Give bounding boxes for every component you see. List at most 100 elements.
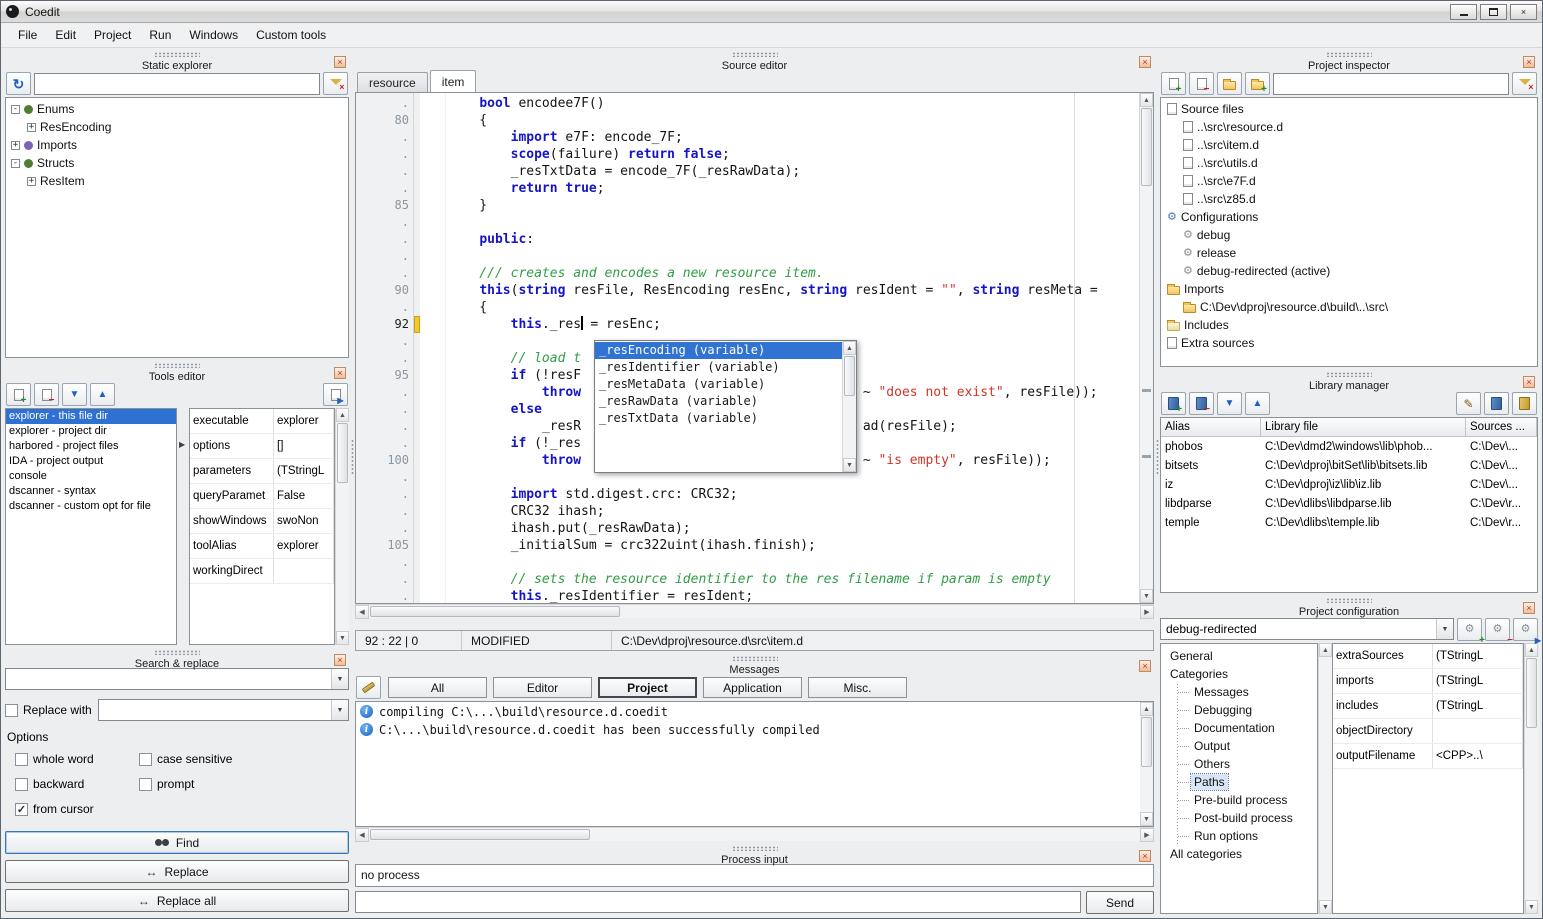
category-item[interactable]: Messages	[1165, 683, 1317, 701]
chevron-down-icon[interactable]: ▼	[1436, 619, 1453, 639]
configuration-categories[interactable]: GeneralCategoriesMessagesDebuggingDocume…	[1160, 643, 1318, 914]
scroll-down-icon[interactable]: ▼	[336, 631, 349, 645]
scroll-thumb[interactable]	[844, 356, 855, 396]
category-item[interactable]: Paths	[1165, 773, 1317, 791]
open-folder-button[interactable]	[1217, 72, 1242, 95]
refresh-button[interactable]: ↻	[6, 72, 31, 95]
scroll-up-icon[interactable]: ▲	[843, 341, 856, 355]
tree-item[interactable]: -Structs	[6, 154, 348, 172]
expand-toggle-icon[interactable]: +	[11, 141, 20, 150]
tree-item[interactable]: ..\src\resource.d	[1161, 118, 1537, 136]
process-input-header[interactable]: Process input ×	[355, 845, 1154, 864]
tool-item[interactable]: explorer - project dir	[6, 424, 176, 439]
close-button[interactable]: ×	[1510, 4, 1537, 20]
add-folder-button[interactable]: +	[1245, 72, 1270, 95]
chevron-down-icon[interactable]: ▼	[331, 700, 348, 720]
messages-header[interactable]: Messages ×	[355, 655, 1154, 674]
table-row[interactable]: libdparseC:\Dev\dlibs\libdparse.libC:\De…	[1161, 494, 1537, 513]
menu-item-windows[interactable]: Windows	[180, 24, 247, 46]
tree-item[interactable]: ⚙debug	[1161, 226, 1537, 244]
tree-item[interactable]: -Enums	[6, 100, 348, 118]
table-row[interactable]: phobosC:\Dev\dmd2\windows\lib\phob...C:\…	[1161, 437, 1537, 456]
tree-item[interactable]: Extra sources	[1161, 334, 1537, 352]
panel-close-icon[interactable]: ×	[334, 56, 346, 68]
configuration-combobox[interactable]: debug-redirected ▼	[1160, 618, 1454, 640]
scroll-track[interactable]	[369, 605, 1140, 618]
replace-with-checkbox[interactable]: Replace with	[5, 703, 92, 717]
source-editor-header[interactable]: Source editor ×	[355, 51, 1154, 70]
scroll-down-icon[interactable]: ▼	[1140, 589, 1153, 603]
tree-item[interactable]: ⚙debug-redirected (active)	[1161, 262, 1537, 280]
category-item[interactable]: Documentation	[1165, 719, 1317, 737]
move-library-up-button[interactable]: ▲	[1245, 392, 1270, 415]
panel-close-icon[interactable]: ×	[334, 654, 346, 666]
filter-misc[interactable]: Misc.	[808, 677, 907, 698]
tool-properties-grid[interactable]: executableexploreroptions[]parameters(TS…	[189, 408, 335, 645]
scroll-left-icon[interactable]: ◀	[355, 605, 369, 619]
property-row[interactable]: includes(TStringL	[1333, 694, 1523, 719]
project-inspector-header[interactable]: Project inspector ×	[1160, 51, 1538, 70]
static-explorer-tree[interactable]: -Enums+ResEncoding+Imports-Structs+ResIt…	[5, 97, 349, 358]
messages-list[interactable]: icompiling C:\...\build\resource.d.coedi…	[355, 701, 1140, 827]
tree-item[interactable]: ..\src\z85.d	[1161, 190, 1537, 208]
add-configuration-button[interactable]: ⚙+	[1457, 618, 1482, 641]
configuration-properties-grid[interactable]: extraSources(TStringLimports(TStringLinc…	[1332, 643, 1524, 914]
message-item[interactable]: icompiling C:\...\build\resource.d.coedi…	[356, 702, 1140, 720]
expand-toggle-icon[interactable]: -	[11, 159, 20, 168]
scroll-up-icon[interactable]: ▲	[1140, 93, 1153, 107]
messages-horizontal-scrollbar[interactable]: ◀ ▶	[355, 827, 1154, 841]
panel-close-icon[interactable]: ×	[1523, 56, 1535, 68]
scroll-track[interactable]	[1525, 657, 1538, 900]
remove-library-button[interactable]: −	[1189, 392, 1214, 415]
property-value[interactable]: []	[274, 434, 334, 458]
category-item[interactable]: Post-build process	[1165, 809, 1317, 827]
symbol-search-input[interactable]	[34, 73, 320, 95]
completion-item[interactable]: _resTxtData (variable)	[595, 410, 842, 427]
tree-item[interactable]: +Imports	[6, 136, 348, 154]
clone-configuration-button[interactable]: ⚙▶	[1513, 618, 1538, 641]
property-value[interactable]: explorer	[274, 534, 334, 558]
search-replace-header[interactable]: Search & replace ×	[5, 649, 349, 668]
tool-item[interactable]: explorer - this file dir	[6, 409, 176, 424]
filter-application[interactable]: Application	[703, 677, 802, 698]
filter-editor[interactable]: Editor	[493, 677, 592, 698]
minimize-button[interactable]	[1450, 4, 1477, 20]
run-tool-button[interactable]: ▶	[323, 383, 348, 406]
replace-button[interactable]: ↔Replace	[5, 860, 349, 883]
tool-item[interactable]: harbored - project files	[6, 439, 176, 454]
add-source-button[interactable]: +	[1161, 72, 1186, 95]
menu-item-file[interactable]: File	[9, 24, 46, 46]
scroll-up-icon[interactable]: ▲	[1525, 643, 1538, 657]
scroll-right-icon[interactable]: ▶	[1140, 828, 1154, 842]
scroll-thumb[interactable]	[370, 606, 620, 617]
category-item[interactable]: Run options	[1165, 827, 1317, 845]
scroll-thumb[interactable]	[1526, 658, 1537, 728]
property-row[interactable]: queryParametFalse	[190, 484, 334, 509]
tree-item[interactable]: Includes	[1161, 316, 1537, 334]
scroll-track[interactable]	[336, 422, 349, 631]
scroll-left-icon[interactable]: ◀	[355, 828, 369, 842]
table-row[interactable]: bitsetsC:\Dev\dproj\bitSet\lib\bitsets.l…	[1161, 456, 1537, 475]
expand-toggle-icon[interactable]: +	[27, 123, 36, 132]
property-row[interactable]: outputFilename<CPP>..\	[1333, 744, 1523, 769]
replace-all-button[interactable]: ↔Replace all	[5, 889, 349, 912]
scroll-down-icon[interactable]: ▼	[843, 458, 856, 472]
completion-item[interactable]: _resIdentifier (variable)	[595, 359, 842, 376]
table-row[interactable]: izC:\Dev\dproj\iz\lib\iz.libC:\Dev\...	[1161, 475, 1537, 494]
tab-item[interactable]: item	[430, 70, 477, 92]
tree-item[interactable]: C:\Dev\dproj\resource.d\build\..\src\	[1161, 298, 1537, 316]
scroll-down-icon[interactable]: ▼	[1140, 812, 1153, 826]
menu-item-run[interactable]: Run	[140, 24, 180, 46]
scroll-track[interactable]	[1140, 107, 1153, 589]
tree-item[interactable]: ..\src\utils.d	[1161, 154, 1537, 172]
move-tool-down-button[interactable]: ▼	[62, 383, 87, 406]
process-input-field[interactable]	[355, 891, 1081, 913]
tree-item[interactable]: +ResEncoding	[6, 118, 348, 136]
configuration-grid-scrollbar[interactable]: ▲ ▼	[1524, 643, 1538, 914]
property-value[interactable]: (TStringL	[1433, 644, 1523, 668]
panel-close-icon[interactable]: ×	[334, 367, 346, 379]
checkbox-from-cursor[interactable]: ✓from cursor	[15, 802, 133, 816]
filter-project[interactable]: Project	[598, 677, 697, 698]
chevron-down-icon[interactable]: ▼	[331, 669, 348, 689]
tree-item[interactable]: Imports	[1161, 280, 1537, 298]
